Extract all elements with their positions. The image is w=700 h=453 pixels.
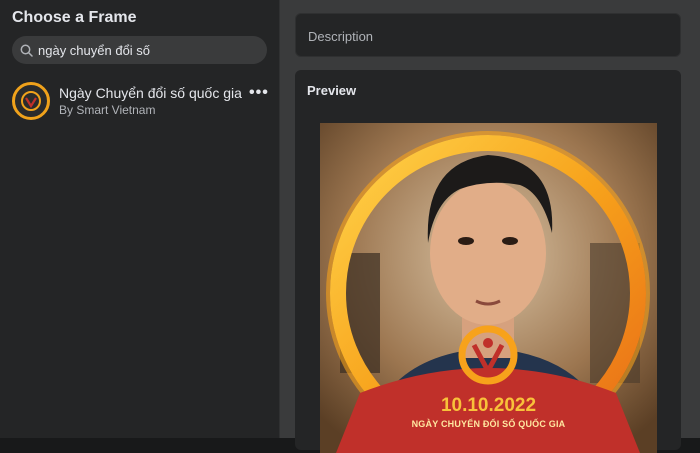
frame-result-item[interactable]: Ngày Chuyển đổi số quốc gia By Smart Vie… — [12, 81, 272, 121]
frame-logo-icon — [21, 91, 41, 111]
search-value: ngày chuyển đổi số — [38, 42, 151, 58]
more-options-icon[interactable]: ••• — [249, 84, 269, 102]
frame-preview-image: 10.10.2022 NGÀY CHUYỂN ĐỔI SỐ QUỐC GIA — [320, 123, 657, 453]
frame-avatar — [12, 82, 50, 120]
frame-sidebar: Choose a Frame ngày chuyển đổi số Ngày C… — [0, 0, 279, 438]
sidebar-title: Choose a Frame — [12, 9, 137, 26]
search-input[interactable]: ngày chuyển đổi số — [12, 36, 267, 64]
frame-author: By Smart Vietnam — [59, 103, 156, 117]
frame-name: Ngày Chuyển đổi số quốc gia — [59, 85, 242, 101]
frame-date-text: 10.10.2022 — [440, 395, 537, 416]
preview-title: Preview — [307, 83, 357, 98]
description-field[interactable]: Description — [295, 13, 681, 57]
frame-caption-text: NGÀY CHUYỂN ĐỔI SỐ QUỐC GIA — [411, 419, 566, 429]
description-placeholder: Description — [308, 29, 374, 44]
search-icon — [20, 44, 33, 57]
